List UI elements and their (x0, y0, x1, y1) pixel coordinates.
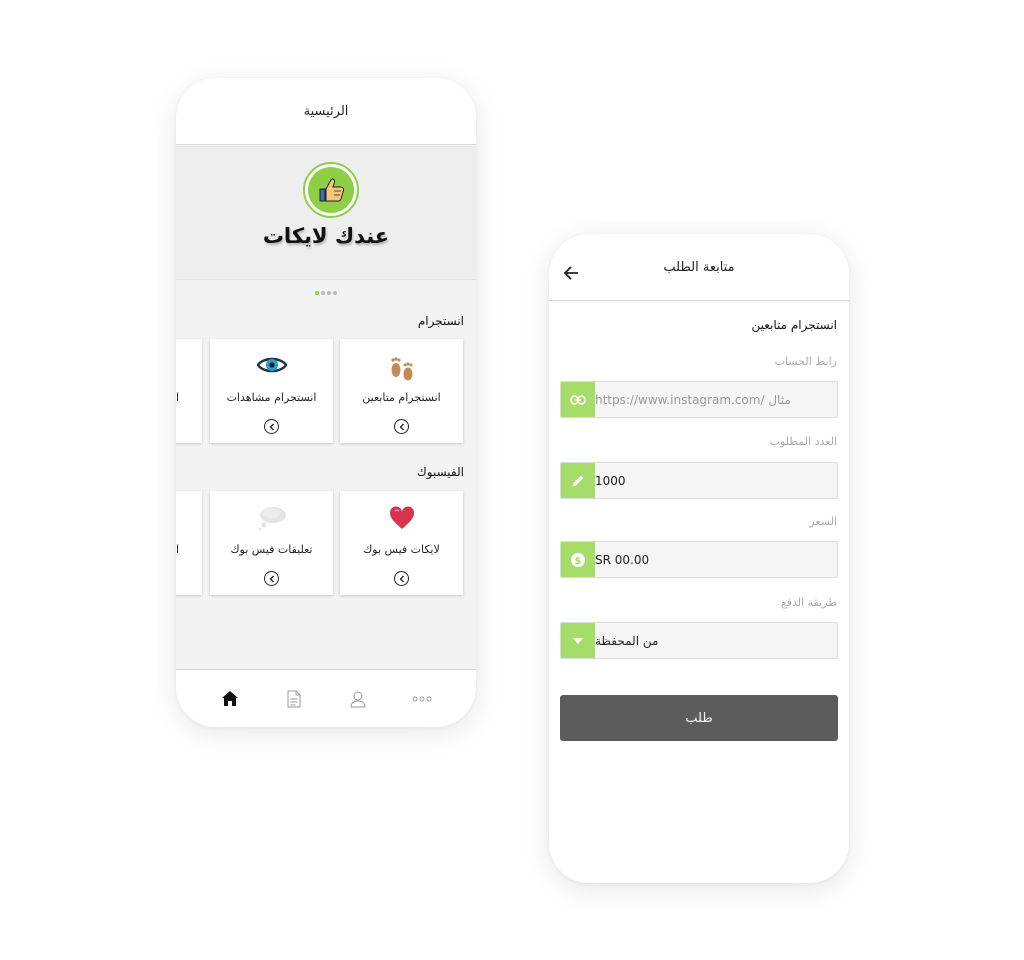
chevron-left-icon[interactable] (394, 419, 409, 434)
quantity-label: العدد المطلوب (769, 435, 837, 448)
order-screen: متابعة الطلب انستجرام متابعين رابط الحسا… (549, 234, 849, 883)
pencil-icon (561, 463, 595, 498)
service-card-partial[interactable]: ا (176, 339, 202, 443)
service-card-facebook-likes[interactable]: لايكات فيس بوك (340, 491, 463, 595)
service-title: انستجرام متابعين (751, 318, 837, 332)
carousel-indicator[interactable] (176, 291, 476, 295)
footprints-icon (340, 353, 463, 383)
service-card-partial[interactable]: ا (176, 491, 202, 595)
carousel-dot[interactable] (333, 291, 337, 295)
bottom-tab-bar (176, 669, 476, 727)
chevron-left-icon[interactable] (264, 571, 279, 586)
promo-banner[interactable]: عندك لايكات (176, 146, 476, 280)
thumbs-up-logo-icon (303, 162, 359, 218)
speech-bubble-icon (210, 505, 333, 531)
payment-method-select[interactable]: من المحفظة (560, 622, 838, 659)
banner-title: عندك لايكات (262, 224, 390, 248)
payment-method-label: طريقة الدفع (780, 596, 837, 609)
document-icon[interactable] (282, 687, 306, 711)
card-label: تعليقات فيس بوك (230, 543, 313, 556)
service-card-facebook-comments[interactable]: تعليقات فيس بوك (210, 491, 333, 595)
price-value: SR 00.00 (595, 552, 650, 567)
svg-text:$: $ (575, 556, 582, 567)
service-card-instagram-views[interactable]: انستجرام مشاهدات (210, 339, 333, 443)
profile-icon[interactable] (346, 687, 370, 711)
card-label: لايكات فيس بوك (363, 543, 440, 556)
home-screen: الرئيسية عندك لايكات انستجرام انستجرام م… (176, 78, 476, 727)
card-label: ا (176, 543, 180, 556)
account-link-input[interactable]: مثال /https://www.instagram.com (595, 382, 837, 417)
page-title: متابعة الطلب (663, 259, 735, 275)
dollar-icon: $ (561, 542, 595, 577)
quantity-field[interactable]: 1000 (560, 462, 838, 499)
carousel-dot[interactable] (321, 291, 325, 295)
eye-icon (210, 353, 333, 377)
account-link-label: رابط الحساب (774, 355, 837, 368)
service-card-instagram-followers[interactable]: انستجرام متابعين (340, 339, 463, 443)
order-header: متابعة الطلب (549, 234, 849, 301)
price-field: $ SR 00.00 (560, 541, 838, 578)
account-link-field[interactable]: مثال /https://www.instagram.com (560, 381, 838, 418)
quantity-input[interactable]: 1000 (595, 463, 837, 498)
payment-method-value[interactable]: من المحفظة (595, 623, 837, 658)
carousel-dot[interactable] (315, 291, 319, 295)
home-icon[interactable] (218, 687, 242, 711)
link-icon (561, 382, 595, 417)
home-content[interactable]: عندك لايكات انستجرام انستجرام متابعين ان… (176, 146, 476, 669)
page-title: الرئيسية (303, 103, 349, 119)
card-label: ا (176, 391, 180, 404)
carousel-dot[interactable] (327, 291, 331, 295)
price-label: السعر (809, 515, 837, 528)
submit-order-button[interactable]: طلب (560, 695, 838, 741)
caret-down-icon[interactable] (561, 623, 595, 658)
home-header: الرئيسية (176, 78, 476, 145)
back-arrow-icon[interactable] (563, 265, 579, 281)
section-title-instagram: انستجرام (417, 314, 464, 328)
card-label: انستجرام مشاهدات (226, 391, 317, 404)
more-icon[interactable] (410, 687, 434, 711)
card-label: انستجرام متابعين (362, 391, 441, 404)
chevron-left-icon[interactable] (264, 419, 279, 434)
chevron-left-icon[interactable] (394, 571, 409, 586)
section-title-facebook: الفيسبوك (416, 465, 464, 479)
heart-icon (340, 505, 463, 531)
